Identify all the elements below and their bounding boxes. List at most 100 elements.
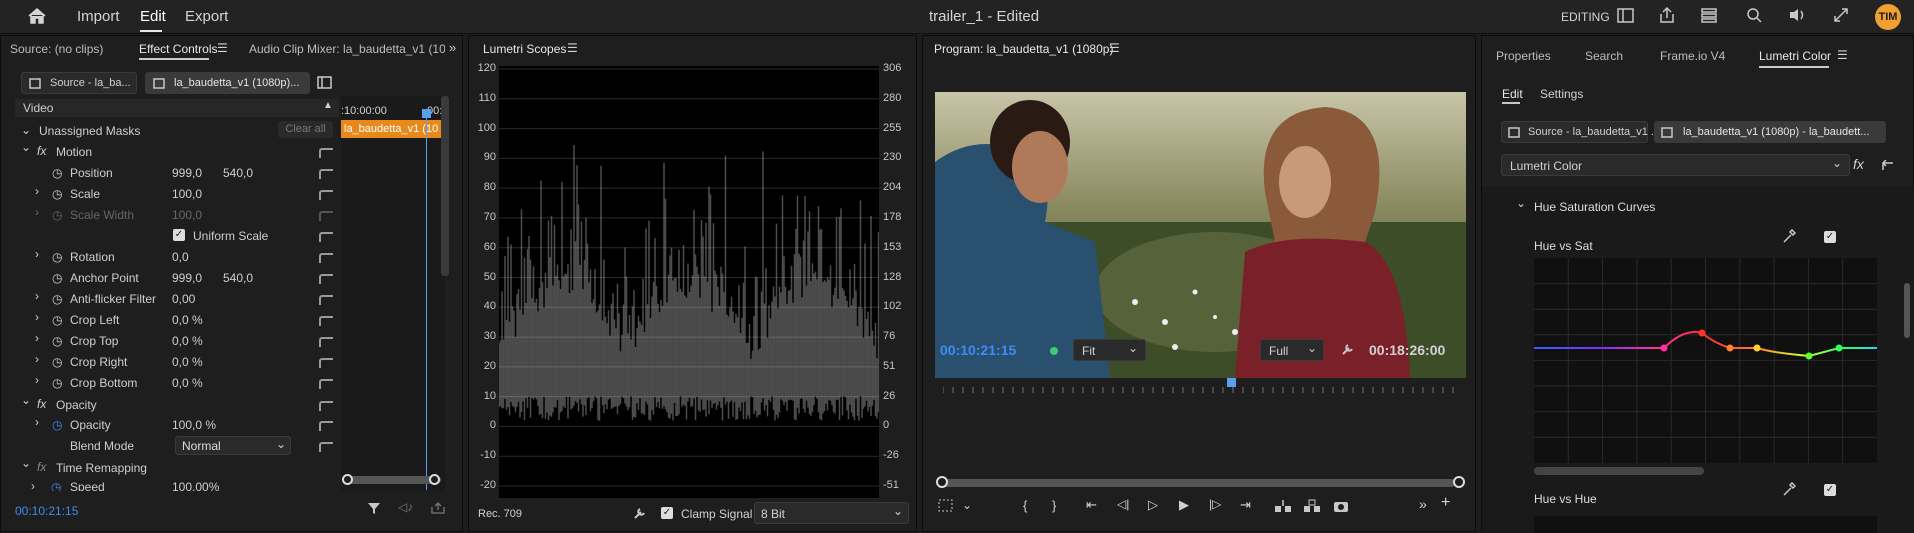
position-y-value[interactable]: 540,0	[223, 166, 253, 180]
volume-icon[interactable]	[1788, 7, 1808, 23]
mini-timeline[interactable]: :10:00:00 00: la_baudetta_v1 (10	[341, 96, 445, 491]
reset-icon[interactable]	[319, 232, 333, 242]
menu-icon[interactable]: ☰	[567, 41, 578, 55]
reset-icon[interactable]	[1880, 160, 1895, 172]
hue-vs-sat-checkbox[interactable]: ✓	[1824, 231, 1836, 243]
video-frame[interactable]	[935, 92, 1466, 378]
curve-control-point[interactable]	[1660, 344, 1668, 352]
safe-margins-icon[interactable]	[938, 499, 954, 513]
playhead-handle[interactable]	[422, 109, 431, 118]
blend-mode-select[interactable]: Normal ⌄	[175, 436, 291, 455]
panel-toggle-icon[interactable]	[317, 76, 332, 89]
tab-settings[interactable]: Settings	[1540, 87, 1583, 101]
hue-vs-sat-curve[interactable]	[1534, 258, 1877, 463]
chevron-right-icon[interactable]: ›	[35, 352, 39, 366]
fx-toggle-icon[interactable]: fx	[1853, 156, 1864, 172]
home-icon[interactable]	[27, 7, 47, 25]
tab-properties[interactable]: Properties	[1496, 49, 1551, 63]
program-timecode[interactable]: 00:10:21:15	[940, 342, 1016, 358]
lift-icon[interactable]	[1274, 499, 1292, 513]
time-ruler[interactable]	[942, 382, 1457, 393]
extract-icon[interactable]	[1303, 499, 1321, 513]
chevron-right-icon[interactable]: ›	[35, 289, 39, 303]
step-forward-icon[interactable]: |▷	[1209, 497, 1221, 511]
collapse-icon[interactable]: ▲	[323, 100, 333, 111]
scroll-handle-left[interactable]	[342, 474, 353, 485]
play-audio-icon[interactable]: ◁♪	[398, 500, 413, 514]
stopwatch-icon[interactable]: ◷	[52, 250, 62, 264]
tab-effect-controls[interactable]: Effect Controls	[139, 42, 217, 56]
clip-bar[interactable]: la_baudetta_v1 (10	[341, 120, 445, 138]
stopwatch-icon[interactable]: ◷	[52, 166, 62, 180]
clamp-signal-checkbox[interactable]: ✓	[661, 507, 673, 519]
wrench-icon[interactable]	[1341, 342, 1355, 356]
stopwatch-icon[interactable]: ◷	[52, 313, 62, 327]
chevron-right-icon[interactable]: ›	[35, 247, 39, 261]
playhead-marker[interactable]	[1227, 378, 1236, 387]
mark-out-icon[interactable]: }	[1052, 498, 1056, 513]
rotation-value[interactable]: 0,0	[172, 250, 189, 264]
tab-lumetri-color[interactable]: Lumetri Color	[1759, 49, 1831, 63]
source-button[interactable]: Source - la_baudetta_v1 ...	[1501, 121, 1660, 143]
vertical-scrollbar[interactable]	[441, 96, 449, 276]
avatar[interactable]: TIM	[1875, 4, 1901, 30]
chevron-right-icon[interactable]: ›	[31, 479, 35, 491]
stopwatch-icon[interactable]: ◷	[52, 187, 62, 201]
sequence-button[interactable]: la_baudetta_v1 (1080p) - la_baudett...	[1654, 121, 1886, 143]
reset-icon[interactable]	[319, 253, 333, 263]
chevron-down-icon[interactable]: ⌄	[21, 393, 31, 407]
source-clip-button[interactable]: Source - la_ba...	[21, 72, 137, 94]
tab-lumetri-scopes[interactable]: Lumetri Scopes	[483, 42, 566, 56]
crop-left-value[interactable]: 0,0 %	[172, 313, 203, 327]
play-icon[interactable]: ▶	[1179, 497, 1189, 513]
mark-in-icon[interactable]: {	[1023, 498, 1027, 513]
scale-value[interactable]: 100,0	[172, 187, 202, 201]
speed-value[interactable]: 100,00%	[172, 480, 219, 491]
share-icon[interactable]	[1658, 6, 1676, 24]
anchor-y-value[interactable]: 540,0	[223, 271, 253, 285]
reset-icon[interactable]	[319, 421, 333, 431]
play-in-out-icon[interactable]: ▷	[1148, 497, 1158, 513]
eyedropper-icon[interactable]	[1782, 482, 1796, 496]
tab-audio-clip-mixer[interactable]: Audio Clip Mixer: la_baudetta_v1 (1080	[249, 42, 445, 56]
chevron-down-icon[interactable]: ⌄	[21, 140, 31, 154]
zoom-handle-left[interactable]	[936, 476, 948, 488]
tab-frameio[interactable]: Frame.io V4	[1660, 49, 1725, 63]
chevron-right-icon[interactable]: ›	[35, 310, 39, 324]
chevron-down-icon[interactable]: ⌄	[21, 456, 31, 470]
stopwatch-icon[interactable]: ◷	[52, 292, 62, 306]
timeline-scrollbar[interactable]	[345, 476, 441, 484]
hue-vs-hue-curve[interactable]	[1534, 516, 1877, 533]
opacity-value[interactable]: 100,0 %	[172, 418, 216, 432]
menu-icon[interactable]: ☰	[217, 41, 228, 55]
camera-icon[interactable]	[1333, 499, 1349, 513]
panel-layout-icon[interactable]	[1617, 8, 1635, 24]
reset-icon[interactable]	[319, 442, 333, 452]
reset-icon[interactable]	[319, 295, 333, 305]
uniform-scale-checkbox[interactable]: ✓	[173, 229, 185, 241]
reset-icon[interactable]	[319, 169, 333, 179]
fullscreen-icon[interactable]	[1833, 7, 1849, 23]
more-tabs-icon[interactable]: »	[449, 40, 456, 55]
effect-select[interactable]: Lumetri Color ⌄	[1501, 154, 1850, 176]
menu-icon[interactable]: ☰	[1837, 48, 1848, 62]
chevron-down-icon[interactable]: ⌄	[962, 498, 972, 512]
list-icon[interactable]	[1700, 7, 1718, 23]
step-back-icon[interactable]: ◁|	[1117, 497, 1129, 511]
reset-icon[interactable]	[319, 337, 333, 347]
crop-right-value[interactable]: 0,0 %	[172, 355, 203, 369]
panel-scrollbar[interactable]	[1904, 283, 1910, 338]
workspace-label[interactable]: EDITING	[1561, 10, 1610, 24]
crop-bottom-value[interactable]: 0,0 %	[172, 376, 203, 390]
chevron-down-icon[interactable]: ⌄	[1516, 196, 1526, 210]
reset-icon[interactable]	[319, 401, 333, 411]
search-icon[interactable]	[1745, 6, 1763, 24]
reset-icon[interactable]	[319, 274, 333, 284]
curve-control-point[interactable]	[1753, 344, 1761, 352]
reset-icon[interactable]	[319, 358, 333, 368]
reset-icon[interactable]	[319, 316, 333, 326]
zoom-handle-right[interactable]	[1453, 476, 1465, 488]
hue-vs-hue-checkbox[interactable]: ✓	[1824, 484, 1836, 496]
chevron-right-icon[interactable]: ›	[35, 415, 39, 429]
chevron-down-icon[interactable]: ⌄	[21, 123, 31, 137]
